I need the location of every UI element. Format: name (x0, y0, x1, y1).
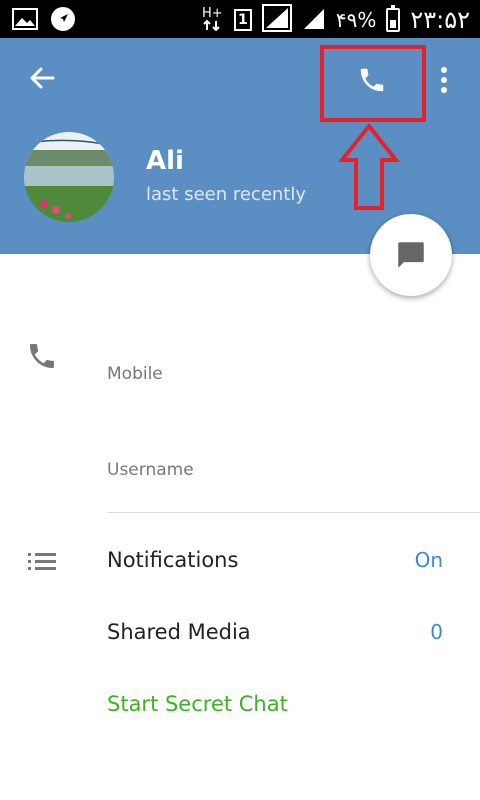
list-icon (28, 550, 56, 576)
navigation-icon (50, 6, 76, 36)
shared-media-row[interactable]: Shared Media 0 (107, 612, 467, 652)
username-label[interactable]: Username (107, 460, 194, 480)
status-bar: H+ 1 ۴۹% ۲۳:۵۲ (0, 0, 480, 38)
signal-icon (261, 4, 292, 36)
start-secret-chat-row[interactable]: Start Secret Chat (107, 684, 467, 724)
chat-bubble-icon (398, 242, 424, 268)
notifications-row[interactable]: Notifications On (107, 540, 467, 580)
image-icon (12, 8, 38, 34)
signal-icon-secondary (302, 5, 326, 35)
send-message-button[interactable] (370, 214, 452, 296)
phone-icon (26, 340, 58, 376)
avatar[interactable] (24, 132, 114, 222)
mobile-label[interactable]: Mobile (107, 364, 163, 384)
back-arrow-icon (30, 67, 55, 89)
more-vert-icon (441, 67, 447, 93)
shared-media-label: Shared Media (107, 620, 251, 644)
more-options-button[interactable] (426, 58, 462, 102)
sim-icon: 1 (233, 9, 252, 31)
data-transfer-icon: H+ (202, 5, 224, 35)
battery-icon (386, 5, 401, 32)
contact-name: Ali (146, 146, 184, 176)
up-arrow-annotation (338, 122, 400, 210)
svg-text:H+: H+ (202, 6, 223, 21)
shared-media-count: 0 (430, 620, 443, 644)
notifications-value: On (414, 548, 443, 572)
divider (107, 512, 480, 513)
back-button[interactable] (22, 58, 62, 98)
start-secret-chat-label: Start Secret Chat (107, 692, 288, 716)
notifications-label: Notifications (107, 548, 239, 572)
clock: ۲۳:۵۲ (410, 6, 470, 34)
highlight-box (320, 45, 426, 122)
last-seen-status: last seen recently (146, 184, 307, 205)
battery-percent: ۴۹% (335, 8, 377, 32)
